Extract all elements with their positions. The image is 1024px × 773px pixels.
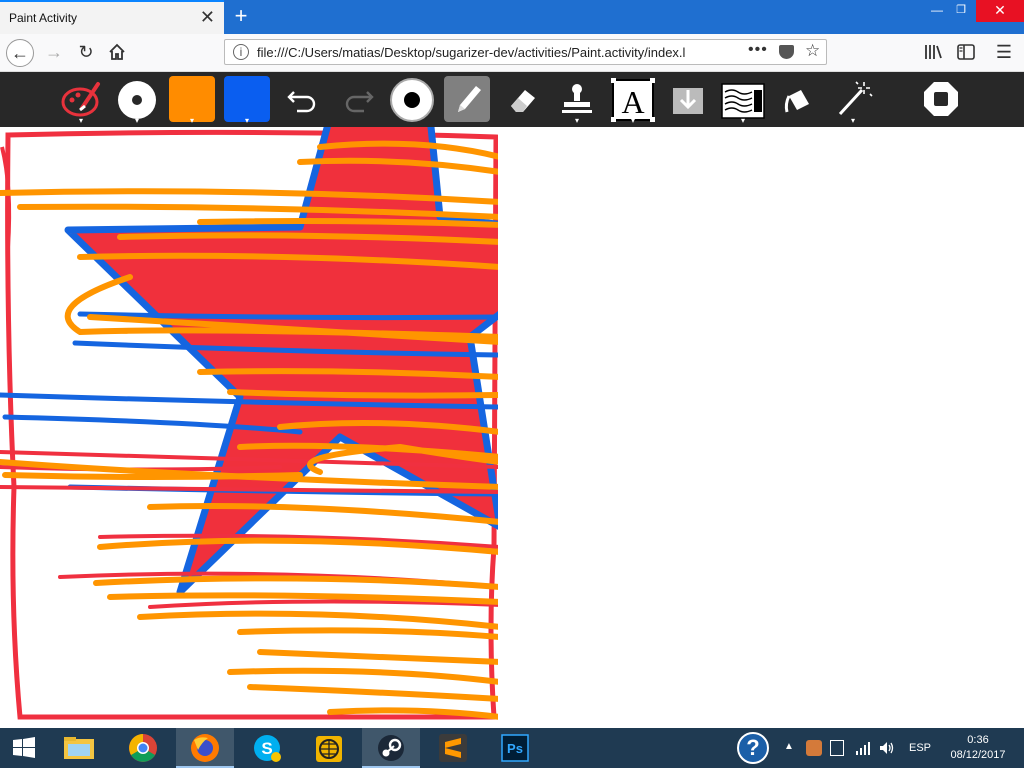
app-tray-icon[interactable] (806, 740, 822, 756)
bookmark-star-icon[interactable]: ☆ (805, 41, 820, 61)
reload-icon[interactable]: ↻ (72, 38, 100, 66)
text-tool[interactable]: A ▾ (610, 76, 656, 125)
pen-tool[interactable] (444, 76, 490, 122)
stop-button[interactable] (918, 76, 964, 122)
site-info-icon[interactable]: i (233, 44, 249, 60)
windows-start-icon[interactable] (0, 728, 48, 768)
network-icon[interactable] (855, 740, 871, 761)
menu-arrow-icon: ▾ (740, 116, 745, 125)
back-arrow-icon[interactable]: ← (6, 39, 34, 67)
windows-taskbar: S Ps ? ▲ ESP 0:36 08/12/2017 (0, 728, 1024, 768)
url-text[interactable]: file:///C:/Users/matias/Desktop/sugarize… (257, 45, 717, 60)
browser-tab[interactable]: Paint Activity ✕ (0, 0, 224, 34)
drawing-canvas[interactable] (0, 127, 1024, 728)
file-explorer-icon[interactable] (50, 728, 108, 768)
fill-color-swatch[interactable]: ▾ (169, 76, 215, 125)
eraser-tool[interactable] (499, 76, 545, 122)
menu-arrow-icon: ▾ (850, 116, 855, 125)
navigation-bar: ← → ↻ i file:///C:/Users/matias/Desktop/… (0, 34, 1024, 72)
volume-icon[interactable] (878, 739, 896, 762)
steam-icon[interactable] (362, 728, 420, 768)
magic-wand-tool[interactable]: ▾ (830, 76, 876, 125)
text-tool-label: A (621, 84, 644, 120)
chrome-icon[interactable] (114, 728, 172, 768)
sublime-text-icon[interactable] (424, 728, 482, 768)
url-bar[interactable]: i file:///C:/Users/matias/Desktop/sugari… (224, 39, 827, 65)
filters-tool[interactable]: ▾ (720, 76, 766, 125)
menu-arrow-icon: ▾ (134, 116, 139, 125)
globe-app-icon[interactable] (300, 728, 358, 768)
brush-size-button[interactable]: ▾ (114, 76, 160, 125)
clock[interactable]: 0:36 08/12/2017 (940, 733, 1016, 763)
menu-arrow-icon: ▾ (574, 116, 579, 125)
library-icon[interactable] (920, 38, 948, 66)
stroke-color-swatch[interactable]: ▾ (224, 76, 270, 125)
firefox-icon[interactable] (176, 728, 234, 768)
insert-image-button[interactable] (665, 76, 711, 122)
activity-icon[interactable]: ▾ (58, 76, 104, 125)
forward-arrow-icon[interactable]: → (40, 38, 68, 66)
clock-date: 08/12/2017 (950, 749, 1006, 761)
pocket-icon[interactable] (779, 45, 794, 59)
home-icon[interactable] (103, 38, 131, 66)
menu-arrow-icon: ▾ (189, 116, 194, 125)
stamp-tool[interactable]: ▾ (554, 76, 600, 125)
language-indicator[interactable]: ESP (909, 742, 931, 754)
svg-text:S: S (261, 739, 272, 758)
menu-arrow-icon: ▾ (78, 116, 83, 125)
browser-tab-strip: Paint Activity ✕ + — ❐ ✕ (0, 0, 1024, 34)
sidebar-icon[interactable] (952, 38, 980, 66)
photoshop-icon[interactable]: Ps (486, 728, 544, 768)
window-close-button[interactable]: ✕ (976, 0, 1024, 22)
tab-close-icon[interactable]: ✕ (200, 7, 215, 28)
new-tab-button[interactable]: + (230, 1, 252, 31)
menu-arrow-icon: ▾ (630, 116, 635, 125)
menu-arrow-icon: ▾ (244, 116, 249, 125)
svg-text:Ps: Ps (507, 741, 523, 756)
clock-time: 0:36 (967, 734, 989, 746)
show-hidden-icons-icon[interactable]: ▲ (784, 741, 794, 752)
undo-button[interactable] (280, 76, 326, 122)
bucket-tool[interactable] (775, 76, 821, 122)
help-icon[interactable]: ? (737, 732, 769, 764)
redo-button[interactable] (335, 76, 381, 122)
tab-title: Paint Activity (9, 11, 78, 25)
window-maximize-button[interactable]: ❐ (946, 0, 976, 22)
size-indicator[interactable] (389, 76, 435, 122)
paint-toolbar: ▾ ▾ ▾ ▾ ▾ A ▾ ▾ ▾ (0, 72, 1024, 127)
skype-icon[interactable]: S (238, 728, 296, 768)
drawing-artwork (0, 127, 498, 720)
page-actions-icon[interactable]: ••• (748, 41, 768, 59)
hamburger-menu-icon[interactable]: ☰ (990, 38, 1018, 66)
device-tray-icon[interactable] (830, 740, 844, 756)
